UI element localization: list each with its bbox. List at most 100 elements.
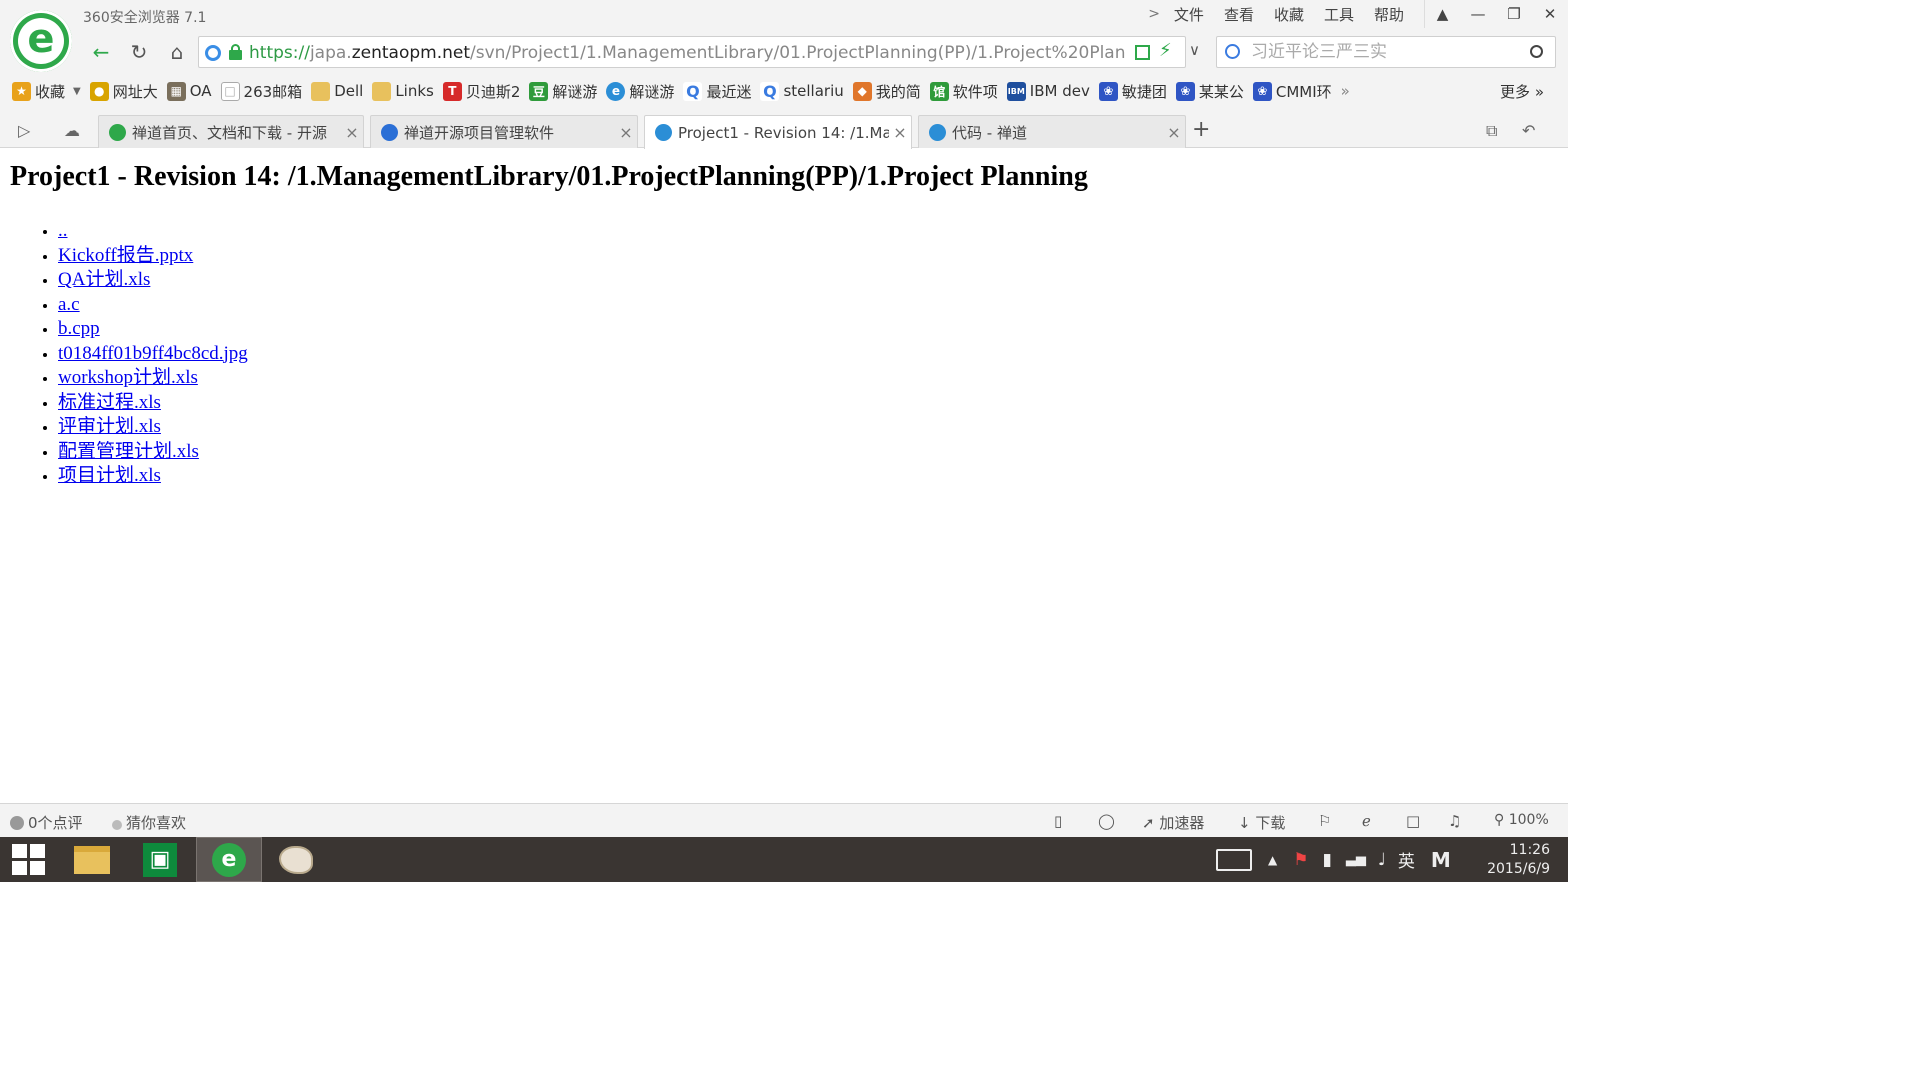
menu-view[interactable]: 查看	[1224, 4, 1254, 25]
undo-close-icon[interactable]: ↶	[1522, 121, 1535, 140]
bookmark-item[interactable]: ❀ 敏捷团	[1098, 81, 1167, 102]
bookmark-item[interactable]: ◆ 我的简	[852, 81, 921, 102]
douban-icon: 豆	[529, 81, 549, 101]
search-box[interactable]	[1216, 36, 1556, 68]
compat-icon[interactable]: ◯	[1098, 812, 1115, 830]
browser-logo[interactable]: e	[10, 10, 72, 72]
comments-status[interactable]: 0个点评	[10, 812, 83, 833]
menu-tools[interactable]: 工具	[1324, 4, 1354, 25]
download-button[interactable]: ↓ 下载	[1238, 812, 1285, 833]
file-link-parent[interactable]: ..	[58, 220, 68, 241]
lock-icon[interactable]	[229, 44, 242, 60]
paint-button[interactable]	[276, 837, 316, 882]
tab-close-icon[interactable]: ×	[341, 123, 363, 142]
accelerator-button[interactable]: ➚ 加速器	[1142, 812, 1204, 833]
network-signal-icon[interactable]: ▃▅	[1346, 852, 1366, 867]
bookmark-folder[interactable]: Dell	[311, 81, 363, 101]
file-link[interactable]: a.c	[58, 294, 80, 315]
search-input[interactable]	[1251, 41, 1521, 63]
bookmark-item[interactable]: ▦ OA	[166, 81, 212, 101]
mobile-icon[interactable]: ▯	[1054, 812, 1062, 830]
url-text[interactable]: https://japa.zentaopm.net/svn/Project1/1…	[249, 43, 1127, 63]
bookmark-label: Links	[395, 82, 434, 100]
search-icon[interactable]	[1530, 45, 1543, 58]
bookmark-folder[interactable]: Links	[372, 81, 434, 101]
back-arrow-icon[interactable]: ←	[88, 40, 114, 66]
tab-project1-revision[interactable]: Project1 - Revision 14: /1.Mana ×	[644, 115, 912, 149]
ie-mode-icon[interactable]: ℯ	[1362, 812, 1371, 830]
lightning-icon[interactable]: ⚡	[1159, 40, 1172, 61]
bookmark-item[interactable]: IBM IBM dev	[1006, 81, 1090, 101]
chevron-down-icon[interactable]: ∨	[1189, 41, 1200, 59]
ime-language[interactable]: 英	[1398, 847, 1415, 872]
close-icon[interactable]: ✕	[1532, 0, 1568, 28]
cloud-icon[interactable]: ☁	[64, 121, 80, 140]
t-icon: T	[442, 81, 462, 101]
zoom-control[interactable]: ⚲ 100%	[1494, 812, 1549, 828]
maximize-icon[interactable]: ❐	[1496, 0, 1532, 28]
volume-icon[interactable]: ♩	[1378, 850, 1386, 870]
file-link[interactable]: QA计划.xls	[58, 269, 150, 290]
double-chevron-icon[interactable]: »	[1341, 82, 1350, 100]
window-icon[interactable]: □	[1406, 812, 1420, 830]
bookmark-item[interactable]: ❀ 某某公	[1175, 81, 1244, 102]
sidebar-toggle-icon[interactable]: ▷	[18, 121, 30, 140]
guess-you-like[interactable]: 猜你喜欢	[112, 812, 186, 833]
tab-close-icon[interactable]: ×	[615, 123, 637, 142]
bookmark-item[interactable]: T 贝迪斯2	[442, 81, 520, 102]
bookmarks-more[interactable]: 更多 »	[1500, 81, 1544, 102]
start-button[interactable]	[10, 837, 46, 882]
tab-close-icon[interactable]: ×	[1163, 123, 1185, 142]
minimize-icon[interactable]: —	[1460, 0, 1496, 28]
search-engine-icon[interactable]	[1225, 44, 1240, 59]
bookmark-favorites[interactable]: ★ 收藏 ▼	[12, 81, 81, 102]
security-shield-icon[interactable]	[205, 45, 221, 61]
tab-zentao-software[interactable]: 禅道开源项目管理软件 ×	[370, 115, 638, 148]
ime-mode[interactable]: M	[1431, 848, 1451, 872]
home-icon[interactable]: ⌂	[164, 40, 190, 66]
file-link[interactable]: 项目计划.xls	[58, 465, 161, 486]
tab-close-icon[interactable]: ×	[889, 123, 911, 142]
url-scheme: https://	[249, 43, 310, 63]
clock[interactable]: 11:26 2015/6/9	[1487, 841, 1550, 879]
bookmark-item[interactable]: e 解谜游	[606, 81, 674, 102]
bookmark-item[interactable]: ❀ CMMI环	[1252, 81, 1332, 102]
menu-file[interactable]: 文件	[1174, 4, 1204, 25]
bookmark-item[interactable]: 豆解谜游	[529, 81, 597, 102]
menu-help[interactable]: 帮助	[1374, 4, 1404, 25]
folder-icon	[74, 845, 110, 874]
sound-icon[interactable]: ♫	[1448, 812, 1461, 830]
browser-taskbar-button[interactable]: e	[196, 837, 262, 882]
file-link[interactable]: Kickoff报告.pptx	[58, 245, 193, 266]
file-link[interactable]: 配置管理计划.xls	[58, 441, 199, 462]
file-link[interactable]: t0184ff01b9ff4bc8cd.jpg	[58, 343, 248, 364]
flag-warning-icon[interactable]: ⚑	[1293, 850, 1308, 870]
bookmark-item[interactable]: Qstellariu	[760, 81, 844, 101]
file-link[interactable]: 标准过程.xls	[58, 392, 161, 413]
skin-icon[interactable]: ▲	[1424, 0, 1460, 28]
bookmark-item[interactable]: Q 最近迷	[683, 81, 751, 102]
flag-icon[interactable]: ⚐	[1318, 812, 1331, 830]
new-tab-icon[interactable]: +	[1192, 117, 1210, 142]
file-explorer-button[interactable]	[72, 837, 112, 882]
file-link[interactable]: b.cpp	[58, 318, 100, 339]
file-link[interactable]: workshop计划.xls	[58, 367, 198, 388]
tray-up-arrow-icon[interactable]: ▲	[1268, 853, 1277, 867]
address-bar[interactable]: https://japa.zentaopm.net/svn/Project1/1…	[198, 36, 1200, 68]
caret-down-icon[interactable]: ▼	[73, 86, 81, 97]
chevron-right-icon[interactable]: >	[1148, 6, 1160, 22]
file-link[interactable]: 评审计划.xls	[58, 416, 161, 437]
menu-favorites[interactable]: 收藏	[1274, 4, 1304, 25]
bookmark-item[interactable]: ● 网址大	[89, 81, 158, 102]
bookmark-item[interactable]: □ 263邮箱	[220, 81, 302, 102]
tab-code-zentao[interactable]: 代码 - 禅道 ×	[918, 115, 1186, 148]
keyboard-icon[interactable]	[1216, 848, 1252, 871]
tab-zentao-home[interactable]: 禅道首页、文档和下载 - 开源 ×	[98, 115, 364, 148]
bookmark-item[interactable]: 馆软件项	[929, 81, 998, 102]
store-button[interactable]: ▣	[140, 837, 180, 882]
tab-title: Project1 - Revision 14: /1.Mana	[678, 123, 889, 142]
battery-icon[interactable]: ▮	[1322, 850, 1331, 870]
refresh-icon[interactable]: ↻	[126, 40, 152, 66]
restore-tabs-icon[interactable]: ⧉	[1486, 121, 1497, 141]
qr-code-icon[interactable]	[1135, 45, 1150, 60]
